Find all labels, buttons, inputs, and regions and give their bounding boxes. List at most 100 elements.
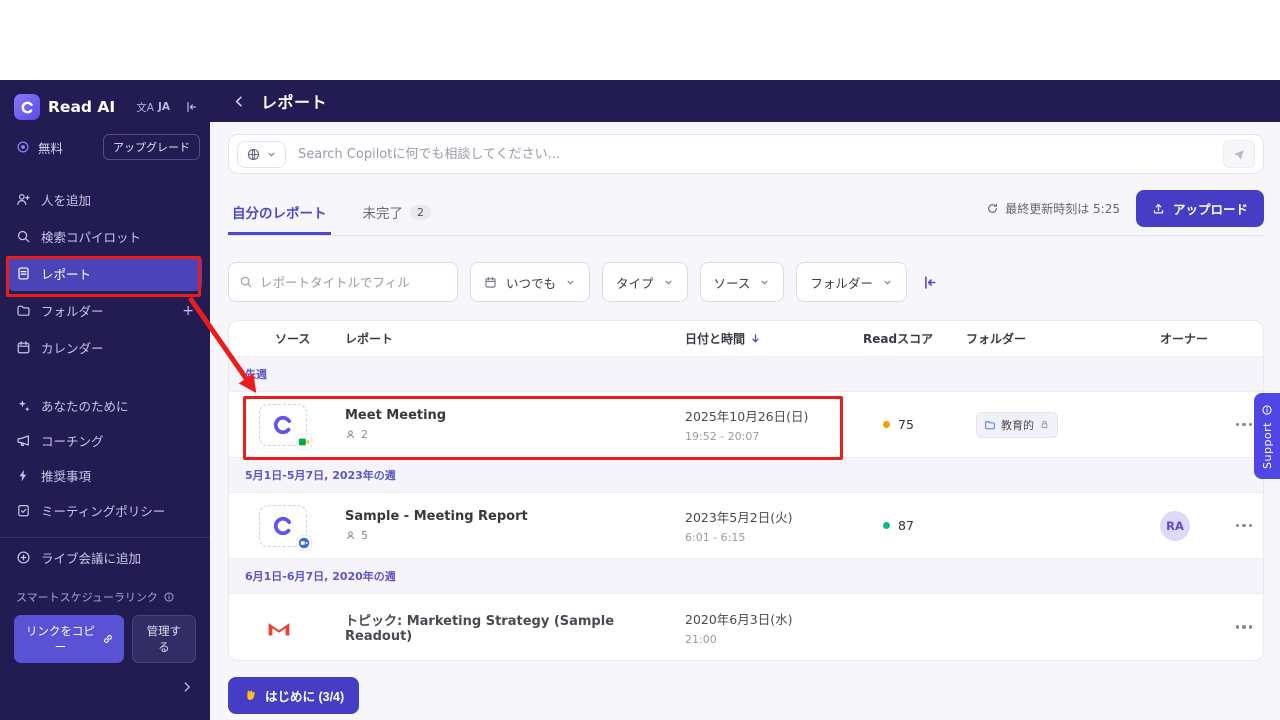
upload-button[interactable]: アップロード (1136, 190, 1264, 227)
gmail-icon (267, 618, 345, 637)
search-icon (239, 275, 253, 289)
copilot-input[interactable] (286, 147, 1223, 162)
date-filter-dropdown[interactable]: いつでも (470, 262, 590, 302)
sidebar-item-recommendations[interactable]: 推奨事項 (8, 459, 202, 492)
page-header: レポート (210, 80, 1280, 122)
main-panel: 自分のレポート 未完了 2 最終更新時刻は 5:25 アップロード (210, 122, 1280, 720)
plan-row: 無料 アップグレード (0, 130, 210, 170)
copy-link-button[interactable]: リンクをコピー (14, 615, 124, 663)
table-row-marketing-strategy[interactable]: トピック: Marketing Strategy (Sample Readout… (229, 594, 1263, 660)
collapse-filters-icon[interactable] (921, 274, 938, 291)
person-icon (345, 530, 356, 541)
source-icon-cell (259, 505, 307, 547)
chevron-down-icon (663, 277, 674, 288)
table-row-sample-report[interactable]: Sample - Meeting Report 5 2023年5月2日(火) 6… (229, 493, 1263, 559)
chevron-down-icon (565, 277, 576, 288)
folder-badge[interactable]: 教育的 (976, 412, 1058, 438)
refresh-icon[interactable] (986, 202, 999, 215)
sidebar-item-label: フォルダー (41, 301, 104, 320)
chevron-down-icon (882, 277, 893, 288)
read-ai-app-icon (270, 513, 296, 539)
score-dot (883, 421, 890, 428)
group-row-last-week: 先週 (229, 357, 1263, 392)
content-area: レポート 自分のレポート 未完了 2 (210, 80, 1280, 720)
plan-label: 無料 (38, 138, 63, 157)
sidebar-item-reports[interactable]: レポート (8, 256, 202, 291)
person-icon (345, 429, 356, 440)
more-actions-button[interactable] (1225, 619, 1263, 635)
sidebar-item-search-copilot[interactable]: 検索コパイロット (8, 219, 202, 254)
sidebar-item-add-live-meeting[interactable]: ライブ会議に追加 (0, 537, 210, 577)
info-icon (1261, 404, 1273, 416)
plan-icon (16, 140, 30, 154)
sidebar-item-label: レポート (41, 264, 91, 283)
sidebar: Read AI 文A JA 無料 アップグレード 人を追加 検索コパイ (0, 80, 210, 720)
sidebar-item-coaching[interactable]: コーチング (8, 424, 202, 457)
sidebar-nav: 人を追加 検索コパイロット レポート フォルダー + カレンダー (0, 170, 210, 365)
participants-count: 2 (345, 428, 675, 441)
support-tab-label: Support (1261, 422, 1274, 469)
send-button[interactable] (1223, 140, 1255, 168)
globe-icon (246, 147, 261, 162)
owner-avatar[interactable]: RA (1160, 511, 1190, 541)
column-folder: フォルダー (940, 330, 1110, 347)
upgrade-button[interactable]: アップグレード (103, 134, 200, 160)
folder-filter-dropdown[interactable]: フォルダー (796, 262, 907, 302)
group-row-may-2023: 5月1日-5月7日, 2023年の週 (229, 458, 1263, 493)
getting-started-button[interactable]: はじめに (3/4) (228, 677, 359, 714)
reports-table: ソース レポート 日付と時間 Readスコア フォルダー オーナー 先週 (228, 320, 1264, 661)
column-source: ソース (245, 330, 345, 347)
sidebar-item-label: 推奨事項 (41, 466, 91, 485)
back-button[interactable] (232, 94, 247, 109)
column-datetime[interactable]: 日付と時間 (675, 330, 845, 347)
tab-incomplete[interactable]: 未完了 2 (359, 193, 436, 235)
app-name: Read AI (48, 98, 115, 116)
support-tab[interactable]: Support (1254, 393, 1280, 479)
filters-row: いつでも タイプ ソース フォルダー (228, 262, 1264, 302)
source-filter-dropdown[interactable]: ソース (700, 262, 785, 302)
megaphone-icon (16, 433, 31, 448)
type-filter-dropdown[interactable]: タイプ (602, 262, 688, 302)
sidebar-item-meeting-policy[interactable]: ミーティングポリシー (8, 494, 202, 527)
copilot-scope-selector[interactable] (237, 141, 286, 168)
chevron-down-icon (266, 149, 277, 160)
report-title-filter-input[interactable] (260, 275, 447, 290)
read-score: 75 (845, 417, 940, 432)
plus-circle-icon (16, 550, 31, 565)
table-header-row: ソース レポート 日付と時間 Readスコア フォルダー オーナー (229, 321, 1263, 357)
participants-count: 5 (345, 529, 675, 542)
sidebar-item-add-people[interactable]: 人を追加 (8, 182, 202, 217)
sidebar-item-label: コーチング (41, 431, 104, 450)
logo-row: Read AI 文A JA (0, 80, 210, 130)
report-date: 2023年5月2日(火) (685, 507, 845, 526)
wave-icon (243, 689, 257, 703)
last-updated: 最終更新時刻は 5:25 (986, 200, 1120, 217)
column-read-score: Readスコア (845, 330, 940, 347)
tab-my-reports[interactable]: 自分のレポート (228, 193, 331, 235)
score-dot (883, 522, 890, 529)
tabs-actions: 最終更新時刻は 5:25 アップロード (986, 190, 1264, 235)
table-row-meet-meeting[interactable]: Meet Meeting 2 2025年10月26日(日) 19:52 - 20… (229, 392, 1263, 458)
folder-icon (16, 303, 31, 318)
report-title: Sample - Meeting Report (345, 509, 675, 524)
sidebar-collapse-icon[interactable] (184, 100, 198, 114)
sidebar-item-calendar[interactable]: カレンダー (8, 330, 202, 365)
sidebar-item-for-you[interactable]: あなたのために (8, 389, 202, 422)
language-switcher[interactable]: 文A JA (136, 100, 170, 115)
sidebar-item-label: ミーティングポリシー (41, 501, 165, 520)
source-icon-cell (259, 404, 307, 446)
sparkles-icon (16, 398, 31, 413)
google-meet-icon (297, 435, 311, 449)
more-actions-button[interactable] (1225, 518, 1263, 534)
sort-descending-icon[interactable] (749, 332, 762, 345)
sidebar-expand-chevron-icon[interactable] (180, 680, 194, 694)
report-time: 6:01 - 6:15 (685, 531, 845, 544)
page-title: レポート (261, 89, 327, 113)
add-folder-button[interactable]: + (182, 303, 194, 319)
read-ai-logo-icon (14, 94, 40, 120)
sidebar-item-folders[interactable]: フォルダー + (8, 293, 202, 328)
person-add-icon (16, 192, 31, 207)
manage-button[interactable]: 管理する (132, 615, 196, 663)
read-score: 87 (845, 518, 940, 533)
chevron-down-icon (759, 277, 770, 288)
